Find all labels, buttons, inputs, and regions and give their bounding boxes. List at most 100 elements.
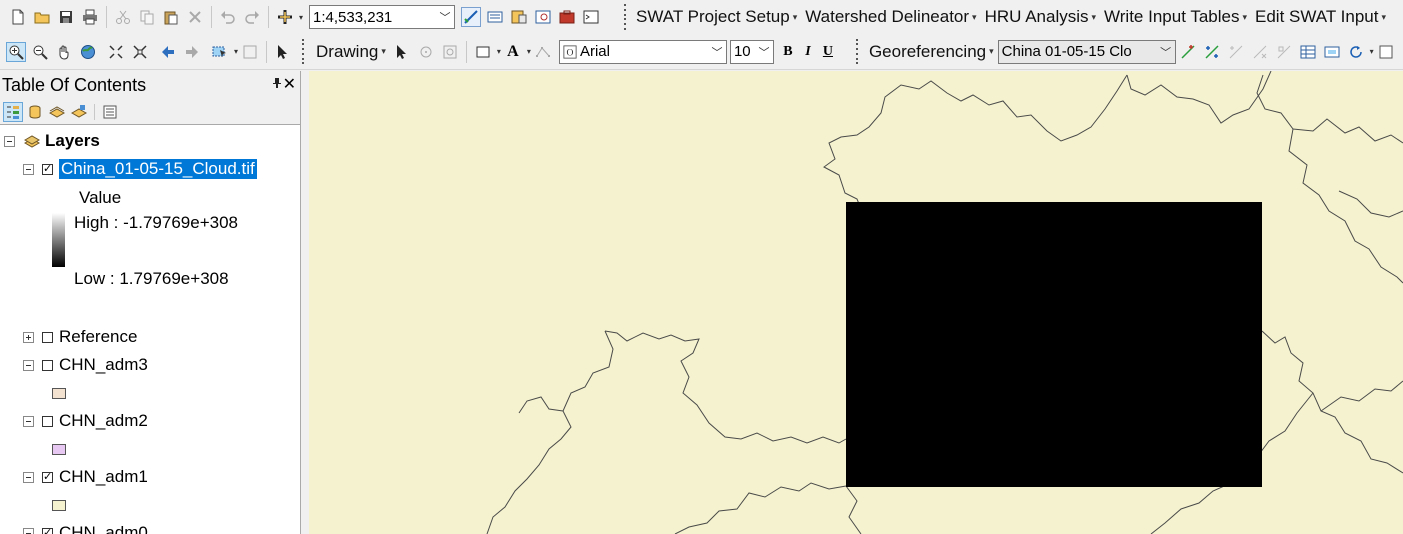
paste-icon[interactable] xyxy=(161,7,181,27)
list-by-selection-icon[interactable] xyxy=(69,102,89,122)
open-folder-icon[interactable] xyxy=(32,7,52,27)
toolbar-grip[interactable] xyxy=(854,38,861,65)
pan-icon[interactable] xyxy=(54,42,74,62)
zoom-in-icon[interactable] xyxy=(6,41,26,62)
options-icon[interactable] xyxy=(100,102,120,122)
layer-visibility-checkbox[interactable] xyxy=(42,359,53,371)
layer-row-china-cloud[interactable]: ✓ China_01-05-15_Cloud.tif xyxy=(23,156,257,182)
toolbar-grip[interactable] xyxy=(299,38,306,65)
table-of-contents-window-icon[interactable] xyxy=(485,7,505,27)
add-control-points-icon[interactable] xyxy=(1178,42,1198,62)
copy-icon[interactable] xyxy=(137,7,157,27)
rectangle-dropdown-icon[interactable]: ▾ xyxy=(497,47,501,56)
redo-icon[interactable] xyxy=(242,7,262,27)
view-link-table-icon[interactable] xyxy=(1298,42,1318,62)
new-document-icon[interactable] xyxy=(8,7,28,27)
layer-row-chn-adm3[interactable]: CHN_adm3 xyxy=(23,352,148,378)
legend-high-label: High : -1.79769e+308 xyxy=(74,213,238,232)
select-control-points-icon[interactable] xyxy=(1202,42,1222,62)
delete-control-points-icon[interactable] xyxy=(1250,42,1270,62)
select-elements-arrow-icon[interactable] xyxy=(273,42,293,62)
clear-selection-icon[interactable] xyxy=(240,42,260,62)
collapse-icon[interactable] xyxy=(4,135,15,147)
layer-row-chn-adm1[interactable]: ✓ CHN_adm1 xyxy=(23,464,148,490)
zoom-out-icon[interactable] xyxy=(30,42,50,62)
checkbox-tool-icon[interactable] xyxy=(1376,42,1396,62)
rectangle-tool-icon[interactable] xyxy=(473,42,493,62)
text-tool-icon[interactable]: A xyxy=(503,42,523,62)
rotate-raster-icon[interactable] xyxy=(1346,42,1366,62)
legend-swatch-adm3[interactable] xyxy=(52,388,66,399)
auto-registration-icon[interactable] xyxy=(1274,42,1294,62)
cut-icon[interactable] xyxy=(113,7,133,27)
list-by-drawing-order-icon[interactable] xyxy=(3,101,23,122)
undo-icon[interactable] xyxy=(218,7,238,27)
arctoolbox-icon[interactable] xyxy=(557,7,577,27)
map-scale-combo[interactable]: 1:4,533,231 ﹀ xyxy=(309,5,456,29)
map-view[interactable] xyxy=(309,71,1403,534)
viewer-icon[interactable] xyxy=(1322,42,1342,62)
raster-image[interactable] xyxy=(846,202,1262,487)
collapse-icon[interactable] xyxy=(23,471,34,483)
chevron-down-icon: ﹀ xyxy=(1160,46,1172,59)
print-icon[interactable] xyxy=(80,7,100,27)
select-features-icon[interactable] xyxy=(210,42,230,62)
menu-georeferencing[interactable]: Georeferencing ▾ xyxy=(869,42,994,62)
back-extent-icon[interactable] xyxy=(158,42,178,62)
forward-extent-icon[interactable] xyxy=(182,42,202,62)
zoom-to-selected-elements-icon[interactable] xyxy=(440,42,460,62)
layer-visibility-checkbox[interactable]: ✓ xyxy=(42,527,53,534)
search-window-icon[interactable] xyxy=(533,7,553,27)
fixed-zoom-in-icon[interactable] xyxy=(106,42,126,62)
pin-icon[interactable] xyxy=(272,77,282,92)
python-window-icon[interactable] xyxy=(581,7,601,27)
menu-watershed-delineator[interactable]: Watershed Delineator ▾ xyxy=(805,7,976,27)
collapse-icon[interactable] xyxy=(23,415,34,427)
toolbar-grip[interactable] xyxy=(621,4,628,30)
list-by-source-icon[interactable] xyxy=(25,102,45,122)
font-name-combo[interactable]: O Arial ﹀ xyxy=(558,39,727,64)
legend-swatch-adm1[interactable] xyxy=(52,500,66,511)
layer-visibility-checkbox[interactable] xyxy=(42,331,53,343)
bold-button[interactable]: B xyxy=(778,44,798,60)
layer-visibility-checkbox[interactable]: ✓ xyxy=(42,471,53,483)
layers-root[interactable]: Layers xyxy=(4,128,100,154)
layer-visibility-checkbox[interactable]: ✓ xyxy=(42,163,53,175)
layer-row-chn-adm0[interactable]: ✓ CHN_adm0 xyxy=(23,520,148,534)
text-dropdown-icon[interactable]: ▾ xyxy=(527,47,531,56)
underline-button[interactable]: U xyxy=(818,44,838,60)
drawing-select-arrow-icon[interactable] xyxy=(392,42,412,62)
panel-splitter[interactable] xyxy=(301,71,309,534)
delete-icon[interactable] xyxy=(185,7,205,27)
add-data-dropdown-icon[interactable]: ▾ xyxy=(299,13,303,22)
catalog-window-icon[interactable] xyxy=(509,7,529,27)
list-by-visibility-icon[interactable] xyxy=(47,102,67,122)
layer-row-chn-adm2[interactable]: CHN_adm2 xyxy=(23,408,148,434)
layer-row-reference[interactable]: Reference xyxy=(23,324,137,350)
full-extent-icon[interactable] xyxy=(78,42,98,62)
rotate-dropdown-icon[interactable]: ▾ xyxy=(1370,47,1374,56)
select-dropdown-icon[interactable]: ▾ xyxy=(234,47,238,56)
rotate-icon[interactable] xyxy=(416,42,436,62)
expand-icon[interactable] xyxy=(23,331,34,343)
edit-vertices-icon[interactable] xyxy=(533,42,553,62)
editor-toolbar-icon[interactable] xyxy=(461,7,482,27)
collapse-icon[interactable] xyxy=(23,527,34,534)
menu-edit-swat-input[interactable]: Edit SWAT Input ▾ xyxy=(1255,7,1386,27)
menu-swat-project-setup[interactable]: SWAT Project Setup ▾ xyxy=(636,7,797,27)
menu-write-input-tables[interactable]: Write Input Tables ▾ xyxy=(1104,7,1247,27)
save-icon[interactable] xyxy=(56,7,76,27)
georeferencing-layer-combo[interactable]: China 01-05-15 Clo ﹀ xyxy=(997,39,1176,64)
layer-visibility-checkbox[interactable] xyxy=(42,415,53,427)
fixed-zoom-out-icon[interactable] xyxy=(130,42,150,62)
add-data-icon[interactable] xyxy=(275,7,295,27)
italic-button[interactable]: I xyxy=(798,44,818,60)
menu-drawing[interactable]: Drawing ▾ xyxy=(316,42,386,62)
close-icon[interactable]: ✕ xyxy=(283,74,296,94)
font-size-combo[interactable]: 10 ﹀ xyxy=(729,39,774,64)
legend-swatch-adm2[interactable] xyxy=(52,444,66,455)
menu-hru-analysis[interactable]: HRU Analysis ▾ xyxy=(985,7,1096,27)
collapse-icon[interactable] xyxy=(23,359,34,371)
zoom-to-control-points-icon[interactable] xyxy=(1226,42,1246,62)
collapse-icon[interactable] xyxy=(23,163,34,175)
